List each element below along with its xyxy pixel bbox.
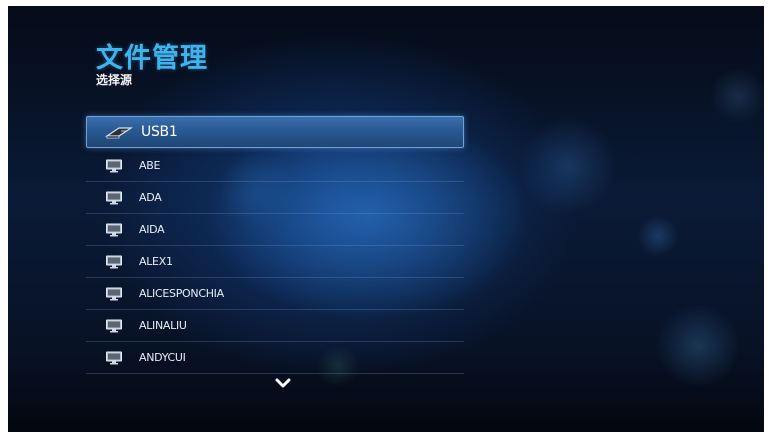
page-subtitle: 选择源 [96, 73, 133, 87]
computer-monitor-icon [105, 351, 123, 365]
list-item-label: USB1 [141, 124, 178, 140]
list-item[interactable]: ALINALIU [86, 310, 464, 342]
computer-monitor-icon [105, 223, 123, 237]
computer-monitor-icon [105, 319, 123, 333]
page-title: 文件管理 [96, 43, 208, 74]
computer-monitor-icon [105, 255, 123, 269]
list-item[interactable]: AIDA [86, 214, 464, 246]
list-item-label: ALICESPONCHIA [139, 287, 224, 300]
list-item-label: ADA [139, 191, 162, 204]
list-item-label: ALINALIU [139, 319, 187, 332]
computer-monitor-icon [105, 191, 123, 205]
chevron-down-icon[interactable] [273, 376, 293, 390]
list-item-label: ANDYCUI [139, 351, 186, 364]
computer-monitor-icon [105, 159, 123, 173]
list-item[interactable]: ALICESPONCHIA [86, 278, 464, 310]
list-item-label: AIDA [139, 223, 165, 236]
usb-drive-icon [105, 125, 133, 139]
list-item[interactable]: ADA [86, 182, 464, 214]
list-item[interactable]: ANDYCUI [86, 342, 464, 374]
list-item[interactable]: ABE [86, 150, 464, 182]
source-list: USB1 ABE ADA AIDA ALEX1 ALICESPONCHIA AL… [86, 116, 464, 374]
computer-monitor-icon [105, 287, 123, 301]
list-item-label: ALEX1 [139, 255, 173, 268]
file-manager-screen: 文件管理 选择源 USB1 ABE ADA AIDA ALEX1 ALICESP… [8, 6, 764, 432]
list-item[interactable]: ALEX1 [86, 246, 464, 278]
list-item-label: ABE [139, 159, 161, 172]
list-item-usb1[interactable]: USB1 [86, 116, 464, 148]
